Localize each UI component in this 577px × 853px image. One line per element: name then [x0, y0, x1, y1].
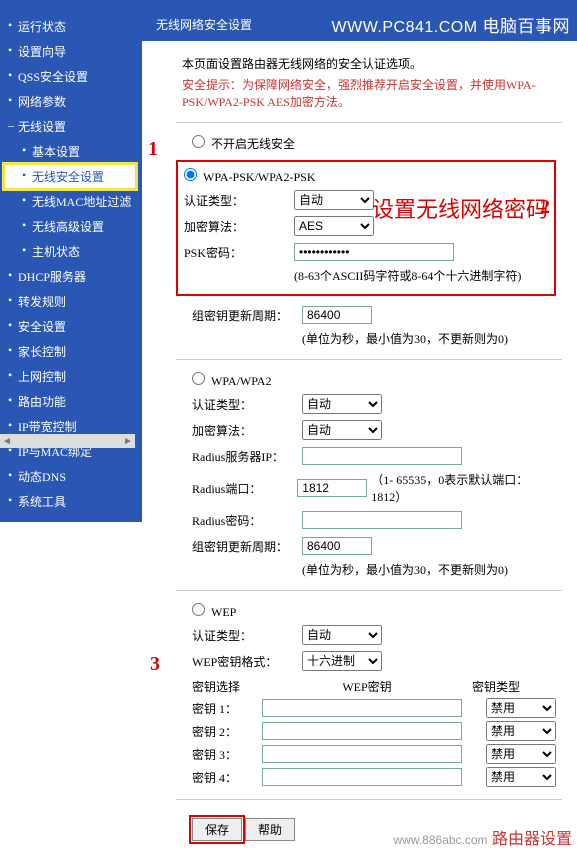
lbl-key-type: 密钥类型: [472, 678, 520, 695]
input-radius-ip[interactable]: [302, 447, 462, 465]
select-wep-fmt[interactable]: 十六进制: [302, 651, 382, 671]
rekey-hint2: (单位为秒，最小值为30，不更新则为0): [302, 561, 556, 578]
select-auth-psk[interactable]: 自动: [294, 190, 374, 210]
radio-none[interactable]: [192, 135, 205, 148]
lbl-key2: 密钥 2：: [192, 723, 262, 740]
overlay-annotation: 设置无线网络密码: [372, 192, 548, 224]
input-key2[interactable]: [262, 722, 462, 740]
wpapsk-section: 设置无线网络密码 WPA-PSK/WPA2-PSK 认证类型：自动 加密算法：A…: [176, 160, 556, 296]
lbl-auth: 认证类型：: [184, 192, 294, 209]
psk-hint: (8-63个ASCII码字符或8-64个十六进制字符): [294, 267, 548, 284]
radio-wpa-label[interactable]: WPA/WPA2: [192, 374, 271, 388]
nav-wireless-host[interactable]: 主机状态: [4, 239, 142, 264]
select-wep-auth[interactable]: 自动: [302, 625, 382, 645]
radio-wpapsk[interactable]: [184, 168, 197, 181]
content-pane: 无线网络安全设置 WWW.PC841.COM 电脑百事网 本页面设置路由器无线网…: [142, 6, 577, 853]
lbl-radius-pwd: Radius密码：: [192, 512, 302, 529]
save-button[interactable]: 保存: [192, 818, 242, 841]
select-key1-type[interactable]: 禁用: [486, 698, 556, 718]
watermark: WWW.PC841.COM 电脑百事网: [331, 12, 570, 37]
select-key2-type[interactable]: 禁用: [486, 721, 556, 741]
lbl-radius-ip: Radius服务器IP：: [192, 448, 302, 465]
input-psk[interactable]: [294, 243, 454, 261]
select-key4-type[interactable]: 禁用: [486, 767, 556, 787]
radio-wpa[interactable]: [192, 372, 205, 385]
nav-run-status[interactable]: 运行状态: [4, 14, 142, 39]
tip-text: 安全提示：为保障网络安全，强烈推荐开启安全设置，并使用WPA-PSK/WPA2-…: [182, 76, 556, 110]
nav-access[interactable]: 上网控制: [4, 364, 142, 389]
select-enc-psk[interactable]: AES: [294, 216, 374, 236]
nav-dhcp[interactable]: DHCP服务器: [4, 264, 142, 289]
radio-wep-label[interactable]: WEP: [192, 605, 236, 619]
sidebar-scrollbar[interactable]: ◄►: [0, 434, 135, 448]
annotation-2: 2: [540, 196, 550, 219]
lbl-enc2: 加密算法：: [192, 422, 302, 439]
input-key3[interactable]: [262, 745, 462, 763]
nav-wireless-basic[interactable]: 基本设置: [4, 139, 142, 164]
input-rekey2[interactable]: [302, 537, 372, 555]
help-button[interactable]: 帮助: [245, 818, 295, 841]
nav-wireless[interactable]: 无线设置: [4, 114, 142, 139]
annotation-3: 3: [150, 653, 160, 676]
lbl-wep-auth: 认证类型：: [192, 627, 302, 644]
lbl-key4: 密钥 4：: [192, 769, 262, 786]
radio-wpapsk-label[interactable]: WPA-PSK/WPA2-PSK: [184, 170, 315, 184]
radio-none-label[interactable]: 不开启无线安全: [192, 137, 295, 151]
footer-watermark: www.886abc.com 路由器设置: [393, 825, 572, 849]
rekey-hint1: (单位为秒，最小值为30，不更新则为0): [302, 330, 556, 347]
lbl-psk: PSK密码：: [184, 244, 294, 261]
lbl-enc: 加密算法：: [184, 218, 294, 235]
radio-wep[interactable]: [192, 603, 205, 616]
annotation-1: 1: [148, 138, 158, 161]
input-radius-pwd[interactable]: [302, 511, 462, 529]
port-hint: （1- 65535，0表示默认端口：1812）: [371, 471, 556, 505]
input-key4[interactable]: [262, 768, 462, 786]
lbl-auth2: 认证类型：: [192, 396, 302, 413]
nav-forward[interactable]: 转发规则: [4, 289, 142, 314]
input-radius-port[interactable]: [297, 479, 367, 497]
nav-setup-wizard[interactable]: 设置向导: [4, 39, 142, 64]
select-auth-wpa[interactable]: 自动: [302, 394, 382, 414]
nav-qss[interactable]: QSS安全设置: [4, 64, 142, 89]
lbl-wep-fmt: WEP密钥格式：: [192, 653, 302, 670]
lbl-radius-port: Radius端口：: [192, 480, 297, 497]
nav-wireless-advanced[interactable]: 无线高级设置: [4, 214, 142, 239]
input-key1[interactable]: [262, 699, 462, 717]
nav-ddns[interactable]: 动态DNS: [4, 464, 142, 489]
input-rekey1[interactable]: [302, 306, 372, 324]
lbl-wep-key: WEP密钥: [262, 678, 472, 695]
lbl-key1: 密钥 1：: [192, 700, 262, 717]
select-key3-type[interactable]: 禁用: [486, 744, 556, 764]
nav-wireless-mac[interactable]: 无线MAC地址过滤: [4, 189, 142, 214]
lbl-key-select: 密钥选择: [192, 678, 262, 695]
nav-routing[interactable]: 路由功能: [4, 389, 142, 414]
lbl-rekey2: 组密钥更新周期：: [192, 538, 302, 555]
nav-parental[interactable]: 家长控制: [4, 339, 142, 364]
nav-system[interactable]: 系统工具: [4, 489, 142, 514]
nav-network[interactable]: 网络参数: [4, 89, 142, 114]
desc-text: 本页面设置路由器无线网络的安全认证选项。: [182, 55, 556, 72]
lbl-key3: 密钥 3：: [192, 746, 262, 763]
nav-security[interactable]: 安全设置: [4, 314, 142, 339]
select-enc-wpa[interactable]: 自动: [302, 420, 382, 440]
lbl-rekey: 组密钥更新周期：: [192, 307, 302, 324]
nav-wireless-security[interactable]: 无线安全设置: [4, 164, 136, 189]
